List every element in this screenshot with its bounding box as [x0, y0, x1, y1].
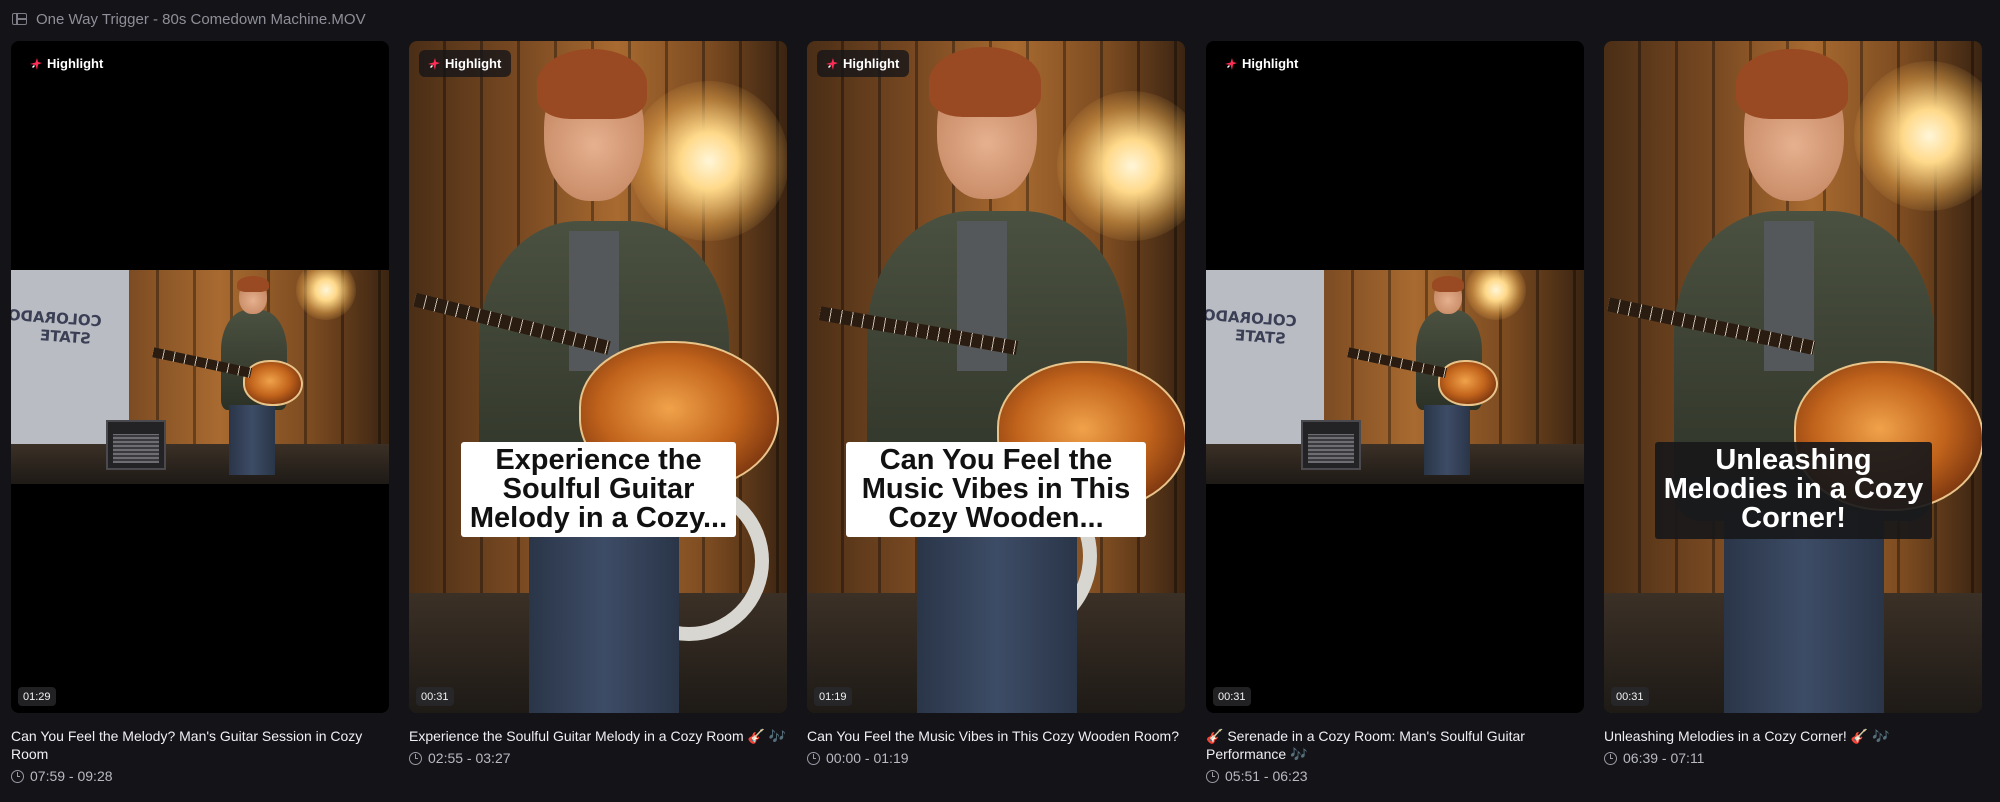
clip-thumbnail[interactable]: COLORADO STATE Highlight 01:29	[11, 41, 389, 713]
clock-icon	[1206, 769, 1219, 783]
clip-card[interactable]: Unleashing Melodies in a Cozy Corner! 00…	[1604, 41, 1982, 766]
highlight-spark-icon	[1225, 57, 1237, 70]
video-caption: Can You Feel the Music Vibes in This Coz…	[846, 442, 1146, 537]
clip-time-range: 05:51 - 06:23	[1206, 768, 1584, 784]
clock-icon	[11, 769, 24, 783]
highlight-spark-icon	[30, 57, 42, 70]
clip-thumbnail[interactable]: Unleashing Melodies in a Cozy Corner! 00…	[1604, 41, 1982, 713]
duration-badge: 01:19	[814, 687, 852, 706]
clip-title[interactable]: Experience the Soulful Guitar Melody in …	[409, 727, 787, 745]
video-frame	[807, 41, 1185, 713]
video-frame	[409, 41, 787, 713]
highlight-badge-label: Highlight	[1242, 56, 1299, 71]
clock-icon	[807, 751, 820, 765]
clip-thumbnail[interactable]: Experience the Soulful Guitar Melody in …	[409, 41, 787, 713]
clip-card[interactable]: COLORADO STATE Highlight 00:31 🎸 Serenad…	[1206, 41, 1584, 784]
duration-badge: 00:31	[1611, 687, 1649, 706]
clip-thumbnail[interactable]: Can You Feel the Music Vibes in This Coz…	[807, 41, 1185, 713]
duration-badge: 01:29	[18, 687, 56, 706]
highlight-badge: Highlight	[419, 50, 512, 77]
time-range-text: 06:39 - 07:11	[1623, 750, 1705, 766]
time-range-text: 02:55 - 03:27	[428, 750, 511, 766]
highlight-badge: Highlight	[21, 50, 113, 77]
file-title: One Way Trigger - 80s Comedown Machine.M…	[36, 10, 366, 28]
highlight-spark-icon	[428, 57, 440, 70]
clock-icon	[1604, 751, 1617, 765]
clip-title[interactable]: 🎸 Serenade in a Cozy Room: Man's Soulful…	[1206, 727, 1584, 763]
clip-title[interactable]: Unleashing Melodies in a Cozy Corner! 🎸 …	[1604, 727, 1982, 745]
clip-time-range: 02:55 - 03:27	[409, 750, 787, 766]
video-caption: Unleashing Melodies in a Cozy Corner!	[1655, 442, 1932, 539]
clip-time-range: 06:39 - 07:11	[1604, 750, 1982, 766]
highlight-badge: Highlight	[1216, 50, 1308, 77]
time-range-text: 05:51 - 06:23	[1225, 768, 1308, 784]
clip-card[interactable]: Can You Feel the Music Vibes in This Coz…	[807, 41, 1185, 766]
video-frame	[1604, 41, 1982, 713]
duration-badge: 00:31	[1213, 687, 1251, 706]
clock-icon	[409, 751, 422, 765]
time-range-text: 00:00 - 01:19	[826, 750, 909, 766]
duration-badge: 00:31	[416, 687, 454, 706]
time-range-text: 07:59 - 09:28	[30, 768, 113, 784]
highlight-badge-label: Highlight	[843, 56, 900, 71]
film-strip-icon	[12, 13, 27, 25]
banner-text: COLORADO STATE	[1206, 305, 1298, 348]
clip-time-range: 00:00 - 01:19	[807, 750, 1185, 766]
clip-card[interactable]: COLORADO STATE Highlight 01:29 Can You F…	[11, 41, 389, 784]
clip-title[interactable]: Can You Feel the Music Vibes in This Coz…	[807, 727, 1185, 745]
clip-thumbnail[interactable]: COLORADO STATE Highlight 00:31	[1206, 41, 1584, 713]
highlight-badge-label: Highlight	[47, 56, 104, 71]
clip-title[interactable]: Can You Feel the Melody? Man's Guitar Se…	[11, 727, 389, 763]
video-caption: Experience the Soulful Guitar Melody in …	[461, 442, 736, 537]
highlight-badge: Highlight	[817, 50, 910, 77]
banner-text: COLORADO STATE	[11, 305, 103, 348]
video-frame: COLORADO STATE	[11, 270, 389, 484]
highlight-spark-icon	[826, 57, 838, 70]
clip-card[interactable]: Experience the Soulful Guitar Melody in …	[409, 41, 787, 766]
highlight-badge-label: Highlight	[445, 56, 502, 71]
video-frame: COLORADO STATE	[1206, 270, 1584, 484]
file-header: One Way Trigger - 80s Comedown Machine.M…	[12, 9, 366, 29]
clip-time-range: 07:59 - 09:28	[11, 768, 389, 784]
